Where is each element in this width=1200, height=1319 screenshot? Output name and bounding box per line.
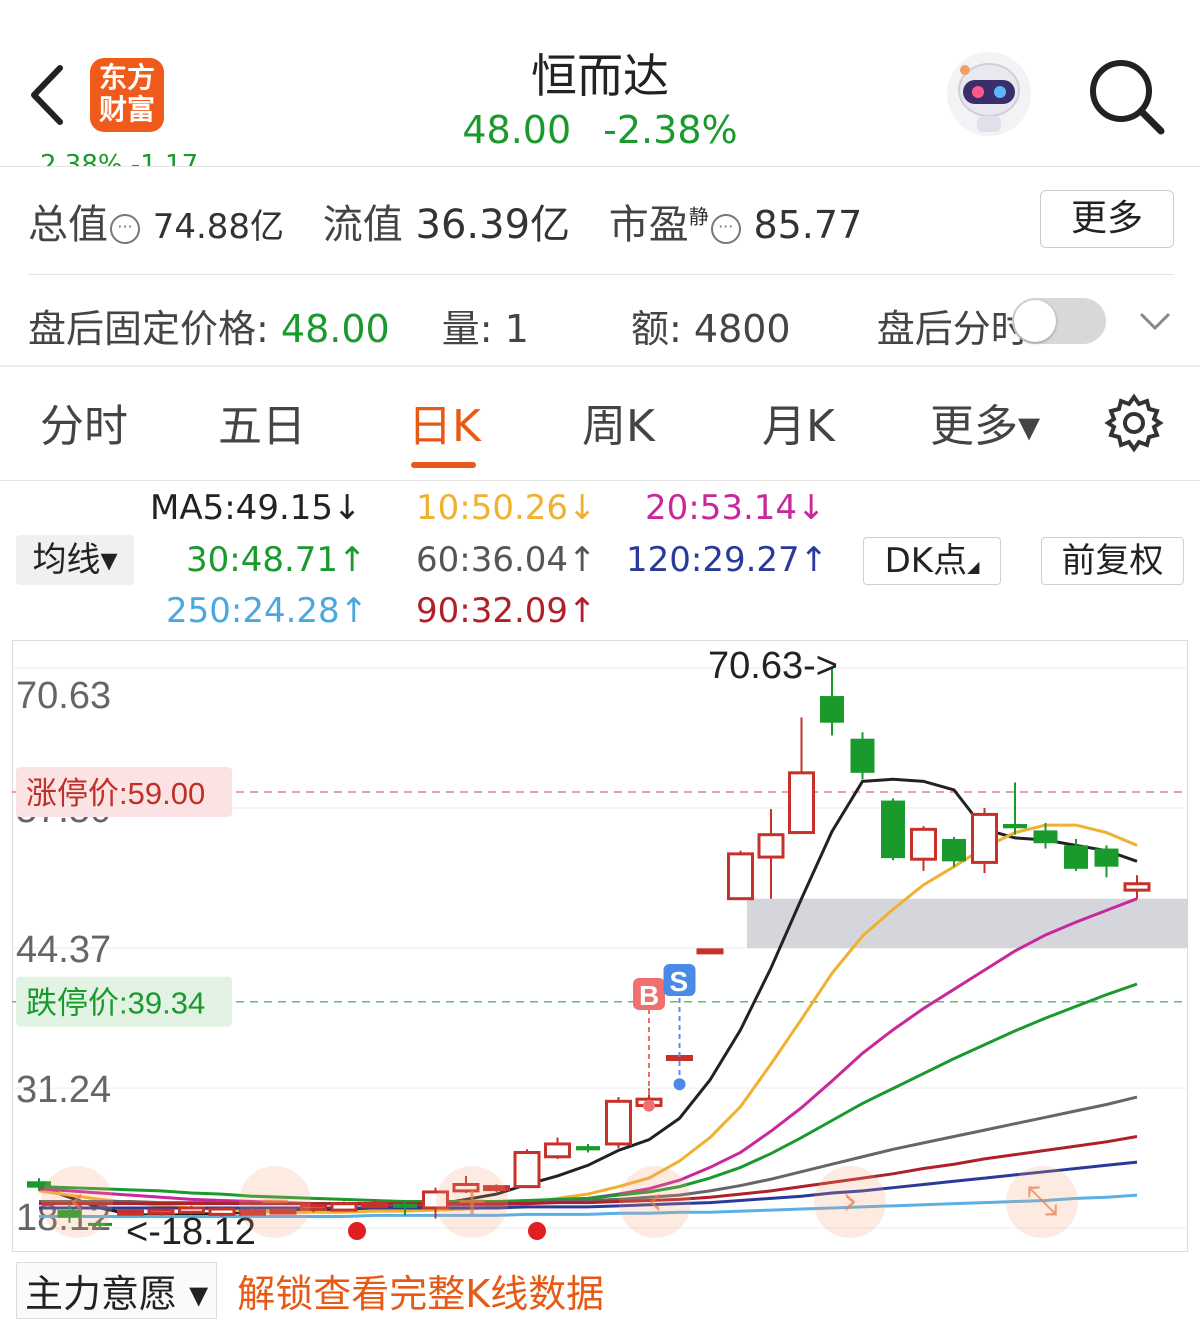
change-percent: -2.38% xyxy=(603,108,738,152)
period-tabs: 分时 五日 日K 周K 月K 更多▾ xyxy=(0,390,1200,480)
y-tick-label: 70.63 xyxy=(16,675,111,717)
chevron-down-icon[interactable] xyxy=(1135,300,1175,340)
bottom-bar: 主力意愿 ▾ 解锁查看完整K线数据 xyxy=(16,1262,604,1319)
candle-body xyxy=(757,833,785,859)
divider xyxy=(28,274,1174,275)
main-force-dropdown[interactable]: 主力意愿 ▾ xyxy=(16,1262,218,1319)
after-amount-label: 额: xyxy=(630,307,682,351)
low-annotation: <-18.12 xyxy=(126,1211,256,1252)
signal-dot xyxy=(348,1222,366,1240)
section-gap xyxy=(0,365,1200,367)
tab-weekly-k[interactable]: 周K xyxy=(582,390,655,454)
divider xyxy=(0,480,1200,481)
tab-monthly-k[interactable]: 月K xyxy=(762,390,835,454)
ma5-value: MA5:49.15↓ xyxy=(150,488,362,528)
dk-point-button[interactable]: DK点◢ xyxy=(863,537,1001,585)
y-tick-label: 44.37 xyxy=(16,929,111,971)
ma30-value: 30:48.71↑ xyxy=(186,540,367,580)
ai-assistant-robot-icon[interactable] xyxy=(945,50,1033,138)
candle-body xyxy=(850,738,875,773)
chart-next-icon-glyph: › xyxy=(842,1178,858,1224)
signal-dot xyxy=(528,1222,546,1240)
toggle-knob[interactable] xyxy=(1014,300,1056,342)
chart-fullscreen-icon-glyph: ⤡ xyxy=(1026,1178,1058,1224)
y-tick-label: 31.24 xyxy=(16,1069,111,1111)
candle-body xyxy=(820,696,844,723)
float-value-label: 流值 xyxy=(322,202,403,248)
candle-body xyxy=(576,1146,600,1151)
candle-body xyxy=(1123,882,1151,892)
candle-body xyxy=(605,1099,632,1146)
candle-body xyxy=(727,852,754,901)
tab-more[interactable]: 更多▾ xyxy=(930,390,1040,454)
chart-prev-icon-glyph: ‹ xyxy=(647,1178,663,1224)
candle-body xyxy=(696,948,724,955)
candle-body xyxy=(544,1142,571,1159)
pe-label: 市盈 xyxy=(608,202,689,248)
ma20-value: 20:53.14↓ xyxy=(645,488,826,528)
buy-marker: B xyxy=(639,980,659,1011)
tab-daily-k[interactable]: 日K xyxy=(408,390,481,454)
candle-body xyxy=(971,812,998,864)
total-value: 74.88亿 xyxy=(152,207,285,247)
after-amount: 4800 xyxy=(693,307,791,351)
after-vol: 1 xyxy=(504,307,529,351)
sell-marker-dot xyxy=(673,1078,686,1091)
after-price-label: 盘后固定价格: xyxy=(28,307,269,351)
candle-body xyxy=(361,1202,388,1209)
adjustment-button[interactable]: 前复权 xyxy=(1041,537,1184,585)
divider xyxy=(0,166,1200,167)
chart-zoom-out-icon-glyph: − xyxy=(258,1178,292,1224)
after-timeline-label: 盘后分时 xyxy=(876,307,1029,351)
tab-intraday[interactable]: 分时 xyxy=(40,390,128,454)
pe-value: 85.77 xyxy=(753,203,863,247)
search-icon[interactable] xyxy=(1085,55,1169,139)
chart-zoom-in-icon-glyph: + xyxy=(455,1178,489,1224)
candle-body xyxy=(788,771,815,835)
limit-down-label: 跌停价:39.34 xyxy=(26,986,205,1021)
ma-selector-button[interactable]: 均线▾ xyxy=(16,535,134,585)
kline-chart[interactable]: 70.6357.5044.3731.2418.12涨停价:59.00跌停价:39… xyxy=(12,640,1188,1252)
info-dots-icon[interactable]: ··· xyxy=(710,214,741,244)
tab-five-day[interactable]: 五日 xyxy=(218,390,306,454)
candle-body xyxy=(942,838,966,862)
dk-label: DK点 xyxy=(884,541,968,581)
candle-body xyxy=(513,1150,541,1189)
more-stats-button[interactable]: 更多 xyxy=(1040,190,1174,248)
buy-marker-dot xyxy=(643,1099,655,1112)
pe-static-sup: 静 xyxy=(688,204,709,229)
ma120-value: 120:29.27↑ xyxy=(626,540,829,580)
chart-scroll-left-icon-glyph: ‹ xyxy=(69,1178,85,1224)
after-price: 48.00 xyxy=(280,307,390,351)
candle-body xyxy=(393,1203,417,1208)
high-annotation: 70.63-> xyxy=(708,645,838,687)
sell-marker: S xyxy=(670,966,689,997)
candle-body xyxy=(1003,824,1027,829)
gear-icon[interactable] xyxy=(1104,393,1164,453)
total-value-label: 总值 xyxy=(28,202,108,248)
limit-up-label: 涨停价:59.00 xyxy=(26,776,205,811)
unlock-full-kline-link[interactable]: 解锁查看完整K线数据 xyxy=(237,1272,604,1316)
ma250-value: 250:24.28↑ xyxy=(166,591,369,631)
after-vol-label: 量: xyxy=(441,307,493,351)
app-header: 东方 财富 恒而达 48.00 -2.38% 2.38% -1.17 xyxy=(0,0,1200,166)
candle-body xyxy=(881,800,905,859)
current-price: 48.00 xyxy=(462,108,572,152)
float-value: 36.39亿 xyxy=(415,202,571,248)
ma90-value: 90:32.09↑ xyxy=(416,591,597,631)
candle-body xyxy=(1033,830,1058,844)
stats-row: 总值 ··· 74.88亿 流值 36.39亿 市盈静 ··· 85.77 xyxy=(28,192,888,250)
candle-body xyxy=(330,1202,358,1212)
scrolled-price-fragment: 2.38% -1.17 xyxy=(40,150,199,166)
candle-body xyxy=(1094,848,1119,867)
ma10-value: 10:50.26↓ xyxy=(416,488,597,528)
ma60-value: 60:36.04↑ xyxy=(416,540,597,580)
info-dots-icon[interactable]: ··· xyxy=(110,214,140,244)
candle-body xyxy=(1064,845,1088,869)
active-tab-indicator xyxy=(411,462,476,468)
candle-body xyxy=(910,827,937,861)
